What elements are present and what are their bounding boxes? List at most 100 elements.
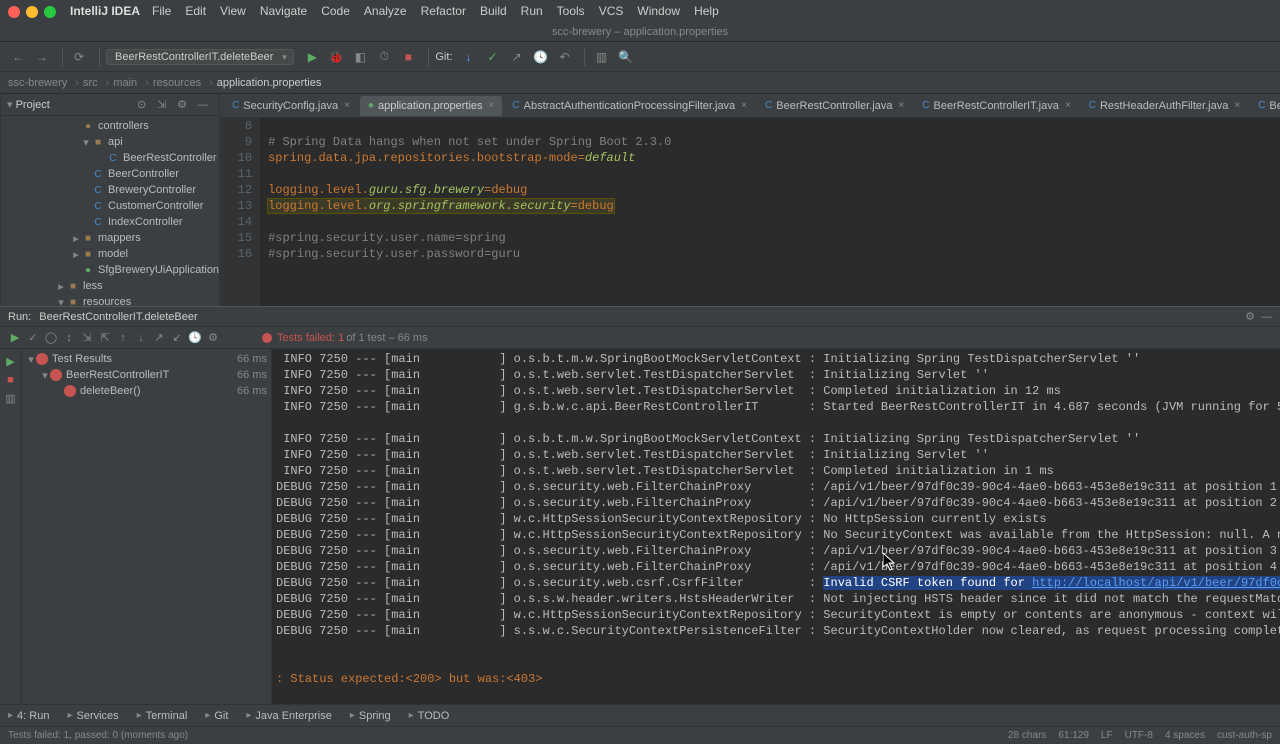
- editor-tab[interactable]: CBeerControllerIT.java×: [1250, 96, 1280, 116]
- vcs-push-icon[interactable]: ↗: [506, 47, 526, 67]
- tree-item[interactable]: CBeerRestController: [1, 150, 219, 166]
- profile-icon[interactable]: ⏱: [374, 47, 394, 67]
- nav-back-icon[interactable]: ←: [8, 47, 28, 67]
- breadcrumb-item[interactable]: main: [113, 77, 137, 89]
- menu-navigate[interactable]: Navigate: [260, 4, 307, 18]
- vcs-commit-icon[interactable]: ✓: [482, 47, 502, 67]
- stop-icon[interactable]: ■: [398, 47, 418, 67]
- menu-run[interactable]: Run: [521, 4, 543, 18]
- search-icon[interactable]: 🔍: [615, 47, 635, 67]
- run-icon[interactable]: ▶: [302, 47, 322, 67]
- history-icon[interactable]: 🕓: [186, 331, 204, 344]
- rerun-gutter-icon[interactable]: ▶: [0, 355, 21, 368]
- next-icon[interactable]: ↓: [132, 332, 150, 344]
- menu-edit[interactable]: Edit: [185, 4, 206, 18]
- expand-all-icon[interactable]: ⇲: [157, 98, 173, 111]
- breadcrumb-item[interactable]: ssc-brewery: [8, 77, 67, 89]
- editor-tabs: CSecurityConfig.java×●application.proper…: [220, 94, 1280, 118]
- breadcrumb-item[interactable]: application.properties: [217, 77, 322, 89]
- editor-tab[interactable]: CBeerRestController.java×: [757, 96, 912, 116]
- layout-icon[interactable]: ▥: [0, 392, 21, 405]
- menu-view[interactable]: View: [220, 4, 246, 18]
- fail-text: Tests failed: 1: [277, 332, 344, 344]
- app-name: IntelliJ IDEA: [70, 4, 140, 18]
- prev-icon[interactable]: ↑: [114, 332, 132, 344]
- stop-gutter-icon[interactable]: ■: [0, 374, 21, 386]
- minimize-window-button[interactable]: [26, 6, 38, 18]
- status-item[interactable]: LF: [1101, 730, 1113, 741]
- menu-vcs[interactable]: VCS: [599, 4, 624, 18]
- rerun-icon[interactable]: ▶: [6, 331, 24, 344]
- vcs-history-icon[interactable]: 🕓: [530, 47, 550, 67]
- menu-help[interactable]: Help: [694, 4, 719, 18]
- select-opened-icon[interactable]: ⊙: [137, 98, 153, 111]
- run-config-name: BeerRestControllerIT.deleteBeer: [39, 311, 197, 323]
- tree-item[interactable]: CCustomerController: [1, 198, 219, 214]
- code-area[interactable]: 8910111213141516 # Spring Data hangs whe…: [220, 118, 1280, 306]
- expand-icon[interactable]: ⇲: [78, 331, 96, 344]
- nav-forward-icon[interactable]: →: [32, 47, 52, 67]
- hide-icon[interactable]: —: [197, 99, 213, 111]
- collapse-icon[interactable]: ⇱: [96, 331, 114, 344]
- test-tree-item[interactable]: ▾Test Results66 ms: [22, 351, 271, 367]
- breadcrumb-item[interactable]: src: [83, 77, 98, 89]
- close-window-button[interactable]: [8, 6, 20, 18]
- run-settings-icon[interactable]: ⚙: [1245, 310, 1255, 323]
- status-item[interactable]: cust-auth-sp: [1217, 730, 1272, 741]
- editor-tab[interactable]: ●application.properties×: [360, 96, 502, 116]
- tree-item[interactable]: ▸■less: [1, 278, 219, 294]
- tree-item[interactable]: ▾■api: [1, 134, 219, 150]
- run-config-dropdown[interactable]: BeerRestControllerIT.deleteBeer: [106, 49, 294, 65]
- project-struct-icon[interactable]: ▥: [591, 47, 611, 67]
- tree-item[interactable]: ●controllers: [1, 118, 219, 134]
- menu-build[interactable]: Build: [480, 4, 507, 18]
- status-left: Tests failed: 1, passed: 0 (moments ago): [8, 730, 188, 741]
- tree-item[interactable]: CBreweryController: [1, 182, 219, 198]
- maximize-window-button[interactable]: [44, 6, 56, 18]
- project-header-title[interactable]: Project: [7, 98, 50, 111]
- menu-file[interactable]: File: [152, 4, 171, 18]
- export-icon[interactable]: ↗: [150, 331, 168, 344]
- menu-refactor[interactable]: Refactor: [421, 4, 466, 18]
- menu-window[interactable]: Window: [637, 4, 680, 18]
- project-header: Project ⊙ ⇲ ⚙ —: [1, 94, 219, 116]
- editor-tab[interactable]: CBeerRestControllerIT.java×: [914, 96, 1078, 116]
- sync-icon[interactable]: ⟳: [69, 47, 89, 67]
- menu-tools[interactable]: Tools: [557, 4, 585, 18]
- breadcrumb-item[interactable]: resources: [153, 77, 201, 89]
- editor: CSecurityConfig.java×●application.proper…: [220, 94, 1280, 306]
- debug-icon[interactable]: 🐞: [326, 47, 346, 67]
- vcs-rollback-icon[interactable]: ↶: [554, 47, 574, 67]
- status-item[interactable]: 61:129: [1058, 730, 1089, 741]
- tree-item[interactable]: CBeerController: [1, 166, 219, 182]
- coverage-icon[interactable]: ◧: [350, 47, 370, 67]
- menu-analyze[interactable]: Analyze: [364, 4, 407, 18]
- toggle-tests-icon[interactable]: ✓: [24, 331, 42, 344]
- gear-icon[interactable]: ⚙: [204, 331, 222, 344]
- tree-item[interactable]: ●SfgBreweryUiApplication: [1, 262, 219, 278]
- show-passed-icon[interactable]: ◯: [42, 331, 60, 344]
- run-hide-icon[interactable]: —: [1261, 311, 1272, 323]
- tree-item[interactable]: CIndexController: [1, 214, 219, 230]
- test-tree[interactable]: ▾Test Results66 ms▾BeerRestControllerIT6…: [22, 349, 272, 704]
- settings-icon[interactable]: ⚙: [177, 98, 193, 111]
- editor-tab[interactable]: CAbstractAuthenticationProcessingFilter.…: [504, 96, 755, 116]
- status-item[interactable]: 4 spaces: [1165, 730, 1205, 741]
- test-tree-item[interactable]: deleteBeer()66 ms: [22, 383, 271, 399]
- status-item[interactable]: UTF-8: [1125, 730, 1153, 741]
- console-output[interactable]: INFO 7250 --- [main ] o.s.b.t.m.w.Spring…: [272, 349, 1280, 704]
- menubar: IntelliJ IDEA File Edit View Navigate Code An…: [0, 0, 1280, 22]
- main-toolbar: ← → ⟳ BeerRestControllerIT.deleteBeer ▶ …: [0, 42, 1280, 72]
- tree-item[interactable]: ▸■mappers: [1, 230, 219, 246]
- vcs-update-icon[interactable]: ↓: [458, 47, 478, 67]
- test-tree-item[interactable]: ▾BeerRestControllerIT66 ms: [22, 367, 271, 383]
- editor-tab[interactable]: CRestHeaderAuthFilter.java×: [1081, 96, 1248, 116]
- fail-dot-icon: [262, 333, 272, 343]
- status-item[interactable]: 28 chars: [1008, 730, 1046, 741]
- editor-tab[interactable]: CSecurityConfig.java×: [224, 96, 358, 116]
- import-icon[interactable]: ↙: [168, 331, 186, 344]
- sort-icon[interactable]: ↕: [60, 332, 78, 344]
- tree-item[interactable]: ▸■model: [1, 246, 219, 262]
- code-lines[interactable]: # Spring Data hangs when not set under S…: [260, 118, 1280, 306]
- menu-code[interactable]: Code: [321, 4, 350, 18]
